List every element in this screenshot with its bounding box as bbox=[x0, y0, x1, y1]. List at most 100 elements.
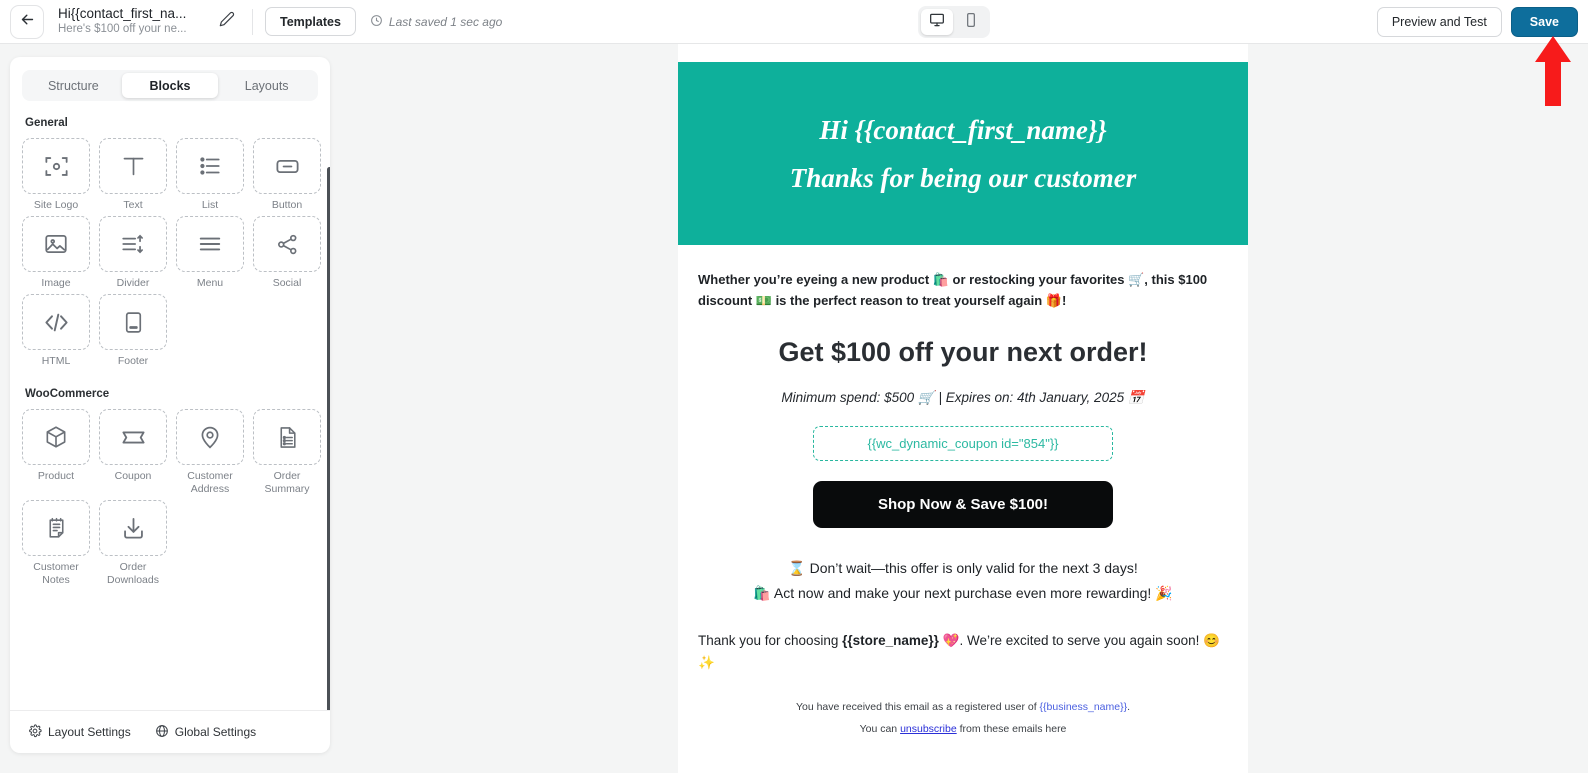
globe-icon bbox=[155, 724, 169, 741]
block-list[interactable]: List bbox=[176, 138, 244, 212]
blocks-scroll-area: General Site Logo Text List Button Image… bbox=[10, 111, 330, 710]
footer-line-1-suffix: . bbox=[1127, 701, 1131, 713]
desktop-icon bbox=[929, 12, 945, 33]
code-icon bbox=[22, 294, 90, 350]
block-product[interactable]: Product bbox=[22, 409, 90, 496]
group-title-woocommerce: WooCommerce bbox=[25, 388, 110, 400]
thanks-prefix: Thank you for choosing bbox=[698, 633, 843, 648]
document-title-block: Hi{{contact_first_na... Here's $100 off … bbox=[58, 6, 208, 37]
footer-icon bbox=[99, 294, 167, 350]
block-button[interactable]: Button bbox=[253, 138, 321, 212]
block-text[interactable]: Text bbox=[99, 138, 167, 212]
device-preview-toggle bbox=[918, 6, 990, 38]
social-share-icon bbox=[253, 216, 321, 272]
sidebar-footer: Layout Settings Global Settings bbox=[10, 710, 330, 753]
email-urgency-text[interactable]: ⌛ Don’t wait—this offer is only valid fo… bbox=[698, 556, 1228, 606]
block-label: Text bbox=[123, 199, 143, 211]
page-subtitle: Here's $100 off your ne... bbox=[58, 23, 187, 35]
block-label: Order Summary bbox=[264, 470, 310, 495]
email-footer-block[interactable]: You have received this email as a regist… bbox=[698, 696, 1228, 740]
email-header-line-2: Thanks for being our customer bbox=[789, 162, 1137, 193]
toolbar-actions: Preview and Test Save bbox=[1376, 7, 1578, 37]
email-thanks-text[interactable]: Thank you for choosing {{store_name}} 💖.… bbox=[698, 630, 1228, 674]
email-header-block[interactable]: Hi {{contact_first_name}} Thanks for bei… bbox=[678, 62, 1248, 245]
email-body: Whether you’re eyeing a new product 🛍️ o… bbox=[678, 245, 1248, 740]
unsubscribe-link[interactable]: unsubscribe bbox=[900, 723, 957, 735]
back-button[interactable] bbox=[10, 4, 44, 39]
email-offer-meta[interactable]: Minimum spend: $500 🛒 | Expires on: 4th … bbox=[698, 390, 1228, 406]
global-settings-button[interactable]: Global Settings bbox=[155, 724, 256, 741]
block-label: Order Downloads bbox=[107, 561, 159, 586]
block-label: Footer bbox=[117, 355, 149, 367]
block-label: Image bbox=[41, 277, 71, 289]
block-label: Product bbox=[37, 470, 75, 482]
preview-and-test-button[interactable]: Preview and Test bbox=[1376, 7, 1502, 37]
email-preview-canvas: Hi {{contact_first_name}} Thanks for bei… bbox=[678, 44, 1248, 773]
block-label: HTML bbox=[41, 355, 71, 367]
menu-icon bbox=[176, 216, 244, 272]
device-desktop-button[interactable] bbox=[921, 9, 953, 35]
block-order-downloads[interactable]: Order Downloads bbox=[99, 500, 167, 587]
shop-now-cta-button[interactable]: Shop Now & Save $100! bbox=[813, 481, 1113, 528]
toolbar-divider bbox=[252, 8, 253, 35]
block-label: List bbox=[201, 199, 219, 211]
document-list-icon bbox=[253, 409, 321, 465]
footer-line-2: You can unsubscribe from these emails he… bbox=[698, 718, 1228, 740]
footer-line-1: You have received this email as a regist… bbox=[698, 696, 1228, 718]
red-up-arrow-annotation bbox=[1533, 36, 1573, 106]
notes-icon bbox=[22, 500, 90, 556]
block-label: Site Logo bbox=[33, 199, 79, 211]
map-pin-icon bbox=[176, 409, 244, 465]
block-grid-woocommerce: Product Coupon Customer Address Order Su… bbox=[22, 409, 321, 587]
text-icon bbox=[99, 138, 167, 194]
list-icon bbox=[176, 138, 244, 194]
layout-settings-label: Layout Settings bbox=[48, 725, 131, 739]
layout-settings-button[interactable]: Layout Settings bbox=[28, 723, 131, 741]
save-button[interactable]: Save bbox=[1510, 7, 1578, 37]
sidebar-tabs: Structure Blocks Layouts bbox=[22, 70, 318, 101]
block-customer-notes[interactable]: Customer Notes bbox=[22, 500, 90, 587]
device-mobile-button[interactable] bbox=[955, 9, 987, 35]
blocks-sidebar: Structure Blocks Layouts General Site Lo… bbox=[10, 57, 330, 753]
dynamic-coupon-placeholder[interactable]: {{wc_dynamic_coupon id="854"}} bbox=[813, 426, 1113, 461]
save-status-text: Last saved 1 sec ago bbox=[388, 14, 503, 29]
block-order-summary[interactable]: Order Summary bbox=[253, 409, 321, 496]
block-coupon[interactable]: Coupon bbox=[99, 409, 167, 496]
box-icon bbox=[22, 409, 90, 465]
block-image[interactable]: Image bbox=[22, 216, 90, 290]
block-label: Divider bbox=[116, 277, 150, 289]
tab-layouts[interactable]: Layouts bbox=[218, 73, 315, 98]
email-intro-text[interactable]: Whether you’re eyeing a new product 🛍️ o… bbox=[698, 269, 1228, 311]
block-grid-general: Site Logo Text List Button Image Divider… bbox=[22, 138, 321, 368]
store-name-placeholder: {{store_name}} bbox=[842, 633, 939, 648]
block-menu[interactable]: Menu bbox=[176, 216, 244, 290]
image-icon bbox=[22, 216, 90, 272]
block-footer[interactable]: Footer bbox=[99, 294, 167, 368]
email-headline[interactable]: Get $100 off your next order! bbox=[698, 337, 1228, 368]
block-customer-address[interactable]: Customer Address bbox=[176, 409, 244, 496]
block-divider[interactable]: Divider bbox=[99, 216, 167, 290]
block-site-logo[interactable]: Site Logo bbox=[22, 138, 90, 212]
tab-blocks[interactable]: Blocks bbox=[121, 73, 219, 98]
button-icon bbox=[253, 138, 321, 194]
urgency-line-1: ⌛ Don’t wait—this offer is only valid fo… bbox=[788, 560, 1138, 576]
pencil-icon bbox=[219, 11, 235, 32]
block-label: Customer Address bbox=[187, 470, 233, 495]
sidebar-scrollbar[interactable] bbox=[327, 167, 330, 710]
clock-icon bbox=[370, 14, 383, 30]
download-icon bbox=[99, 500, 167, 556]
save-status: Last saved 1 sec ago bbox=[370, 14, 502, 30]
ticket-icon bbox=[99, 409, 167, 465]
top-toolbar: Hi{{contact_first_na... Here's $100 off … bbox=[0, 0, 1588, 44]
arrow-left-icon bbox=[19, 11, 36, 33]
footer-line-1-prefix: You have received this email as a regist… bbox=[795, 701, 1040, 713]
templates-button[interactable]: Templates bbox=[265, 7, 356, 36]
edit-title-button[interactable] bbox=[214, 9, 240, 35]
group-title-general: General bbox=[25, 117, 68, 129]
tab-structure[interactable]: Structure bbox=[25, 73, 122, 98]
block-social[interactable]: Social bbox=[253, 216, 321, 290]
block-html[interactable]: HTML bbox=[22, 294, 90, 368]
footer-line-2-suffix: from these emails here bbox=[956, 723, 1067, 735]
global-settings-label: Global Settings bbox=[174, 725, 257, 739]
